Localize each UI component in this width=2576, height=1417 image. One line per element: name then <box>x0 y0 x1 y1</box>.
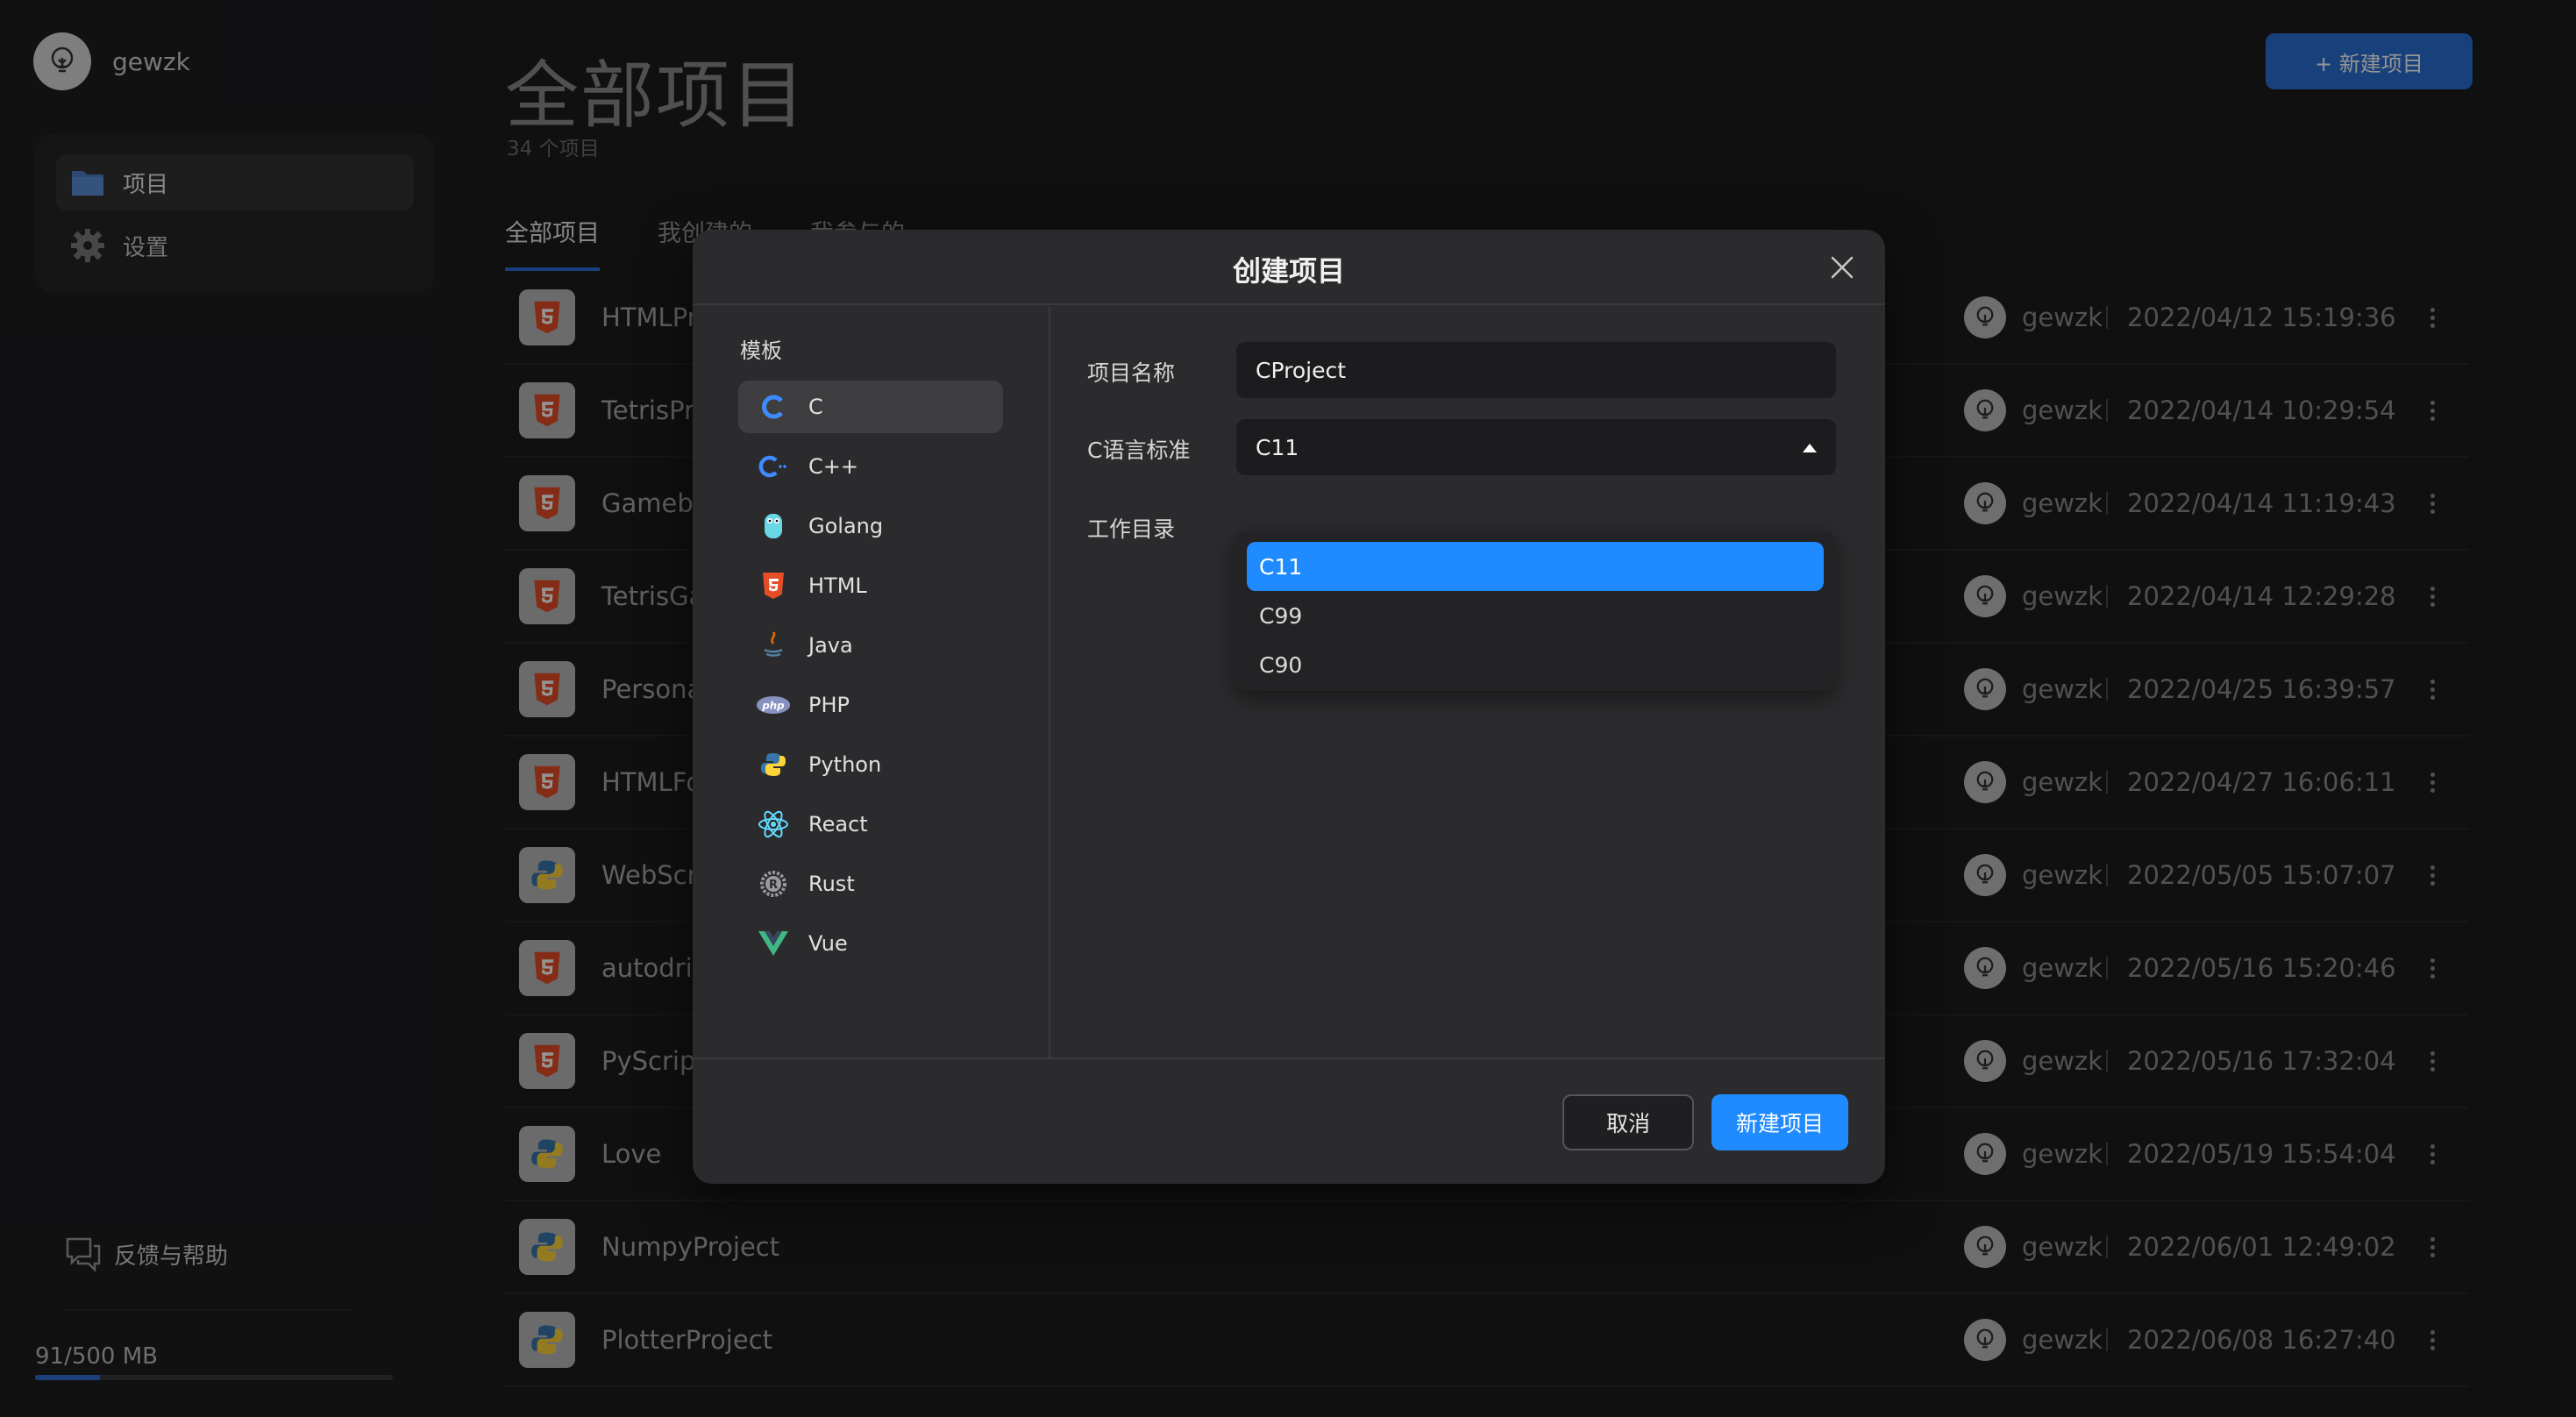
template-item-rust[interactable]: R Rust <box>738 858 1003 910</box>
template-item-react[interactable]: React <box>738 798 1003 851</box>
c-standard-value: C11 <box>1256 434 1299 460</box>
create-project-dialog: 创建项目 模板 C C++ Golang HTML Java php PHP P… <box>693 230 1885 1184</box>
template-label: Vue <box>808 931 848 956</box>
template-item-golang[interactable]: Golang <box>738 500 1003 552</box>
template-item-c[interactable]: C <box>738 381 1003 433</box>
template-label: Rust <box>808 872 855 896</box>
dialog-header: 创建项目 <box>693 230 1885 305</box>
template-item-java[interactable]: Java <box>738 619 1003 672</box>
java-coffee-icon <box>756 628 791 663</box>
template-label: React <box>808 812 868 837</box>
vue-icon <box>756 926 791 961</box>
template-label: C++ <box>808 454 858 479</box>
template-label: PHP <box>808 693 850 717</box>
c-standard-option-c99[interactable]: C99 <box>1247 591 1824 640</box>
c-standard-dropdown: C11 C99 C90 <box>1235 531 1836 691</box>
gopher-icon <box>756 509 791 544</box>
template-label: Python <box>808 752 882 777</box>
caret-up-icon <box>1803 444 1817 452</box>
workdir-label: 工作目录 <box>1087 516 1176 542</box>
react-atom-icon <box>756 807 791 842</box>
cancel-button[interactable]: 取消 <box>1562 1094 1694 1150</box>
c-language-icon <box>756 389 791 424</box>
template-item-vue[interactable]: Vue <box>738 917 1003 970</box>
php-icon: php <box>756 687 791 723</box>
c-standard-label: C语言标准 <box>1087 438 1191 463</box>
template-label: Java <box>808 633 853 658</box>
rust-gear-icon: R <box>756 866 791 901</box>
template-label: C <box>808 395 823 419</box>
template-list: C C++ Golang HTML Java php PHP Python Re… <box>738 381 1003 977</box>
template-item-cpp[interactable]: C++ <box>738 440 1003 493</box>
template-item-php[interactable]: php PHP <box>738 679 1003 731</box>
c-standard-option-c11[interactable]: C11 <box>1247 542 1824 591</box>
dialog-title: 创建项目 <box>1232 254 1345 288</box>
template-label: Golang <box>808 514 884 538</box>
cpp-language-icon <box>756 449 791 484</box>
c-standard-select[interactable]: C11 <box>1236 419 1836 475</box>
python-icon <box>756 747 791 782</box>
svg-text:php: php <box>761 700 784 712</box>
svg-text:R: R <box>769 879 778 892</box>
close-icon[interactable] <box>1825 251 1859 284</box>
template-panel: 模板 C C++ Golang HTML Java php PHP Python… <box>693 307 1050 1057</box>
template-item-html[interactable]: HTML <box>738 559 1003 612</box>
dialog-footer: 取消 新建项目 <box>693 1057 1885 1184</box>
project-name-input[interactable]: CProject <box>1236 342 1836 398</box>
html5-icon <box>756 568 791 603</box>
template-item-python[interactable]: Python <box>738 738 1003 791</box>
template-label: HTML <box>808 573 867 598</box>
c-standard-option-c90[interactable]: C90 <box>1247 640 1824 689</box>
project-name-label: 项目名称 <box>1087 360 1176 386</box>
create-project-button[interactable]: 新建项目 <box>1711 1094 1848 1150</box>
template-heading: 模板 <box>740 338 782 363</box>
